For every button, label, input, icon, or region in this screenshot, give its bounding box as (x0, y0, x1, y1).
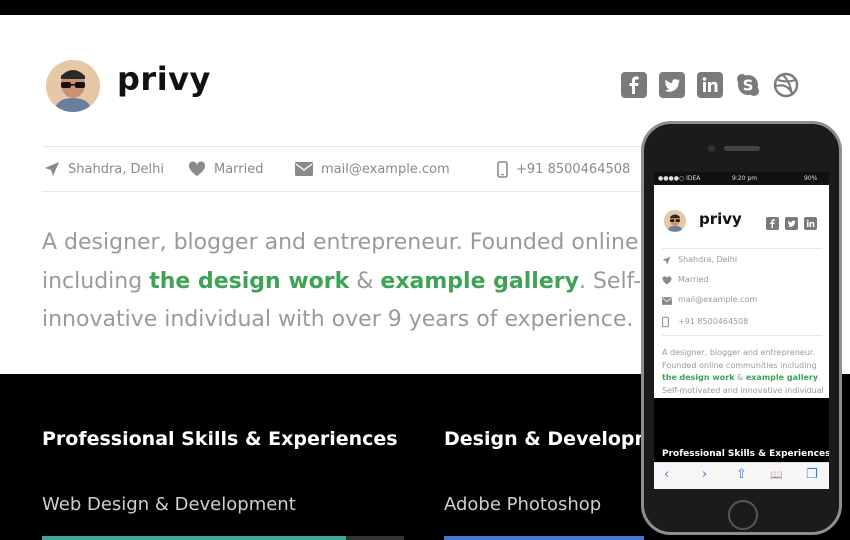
bio-text: A designer, blogger and entrepreneur. Fo… (662, 348, 817, 370)
linkedin-icon[interactable] (804, 215, 817, 230)
heart-icon (662, 276, 672, 285)
facebook-icon[interactable] (621, 72, 647, 98)
twitter-icon[interactable] (659, 72, 685, 98)
tabs-icon[interactable]: ❐ (806, 467, 818, 482)
skills-section-title: Professional Skills & Experiences (42, 428, 398, 450)
bio-line: A designer, blogger and entrepreneur. Fo… (42, 230, 693, 255)
phone-text: +91 8500464508 (516, 161, 631, 177)
divider (42, 146, 662, 147)
top-black-bar (0, 0, 850, 15)
phone-mockup: ●●●●○ IDEA 9:20 pm 90% privy Shahdra, De… (641, 121, 842, 535)
example-gallery-link[interactable]: example gallery (746, 373, 818, 382)
browser-toolbar: ‹ › ⇧ 📖 ❐ (654, 462, 829, 489)
facebook-icon[interactable] (766, 215, 779, 230)
skill-label: Adobe Photoshop (444, 494, 602, 515)
skill-progress-track (346, 536, 404, 540)
location-text: Shahdra, Delhi (68, 161, 164, 177)
carrier-text: ●●●●○ IDEA (658, 175, 701, 182)
design-work-link[interactable]: design work (680, 373, 735, 382)
divider (662, 248, 822, 249)
bio-line: including the design work & example gall… (42, 263, 726, 302)
time-text: 9:20 pm (732, 175, 758, 182)
mobile-icon (662, 316, 669, 328)
back-icon[interactable]: ‹ (664, 467, 669, 482)
twitter-icon[interactable] (785, 215, 798, 230)
bookmarks-icon[interactable]: 📖 (770, 470, 782, 481)
skill-label: Web Design & Development (42, 494, 296, 515)
phone-speaker (724, 146, 760, 151)
envelope-icon (295, 162, 313, 176)
location-arrow-icon (45, 162, 59, 176)
design-work-link[interactable]: the (662, 373, 677, 382)
divider (662, 335, 822, 336)
design-section-title: Design & Developme (444, 428, 668, 450)
bio-text: including (42, 268, 150, 294)
page: privy S Shahdra, Delhi Married mail@exam… (0, 0, 850, 540)
phone-camera (708, 145, 715, 152)
location-arrow-icon (662, 256, 671, 265)
info-status: Married (188, 160, 264, 178)
share-icon[interactable]: ⇧ (736, 467, 747, 482)
bio-line: innovative individual with over 9 years … (42, 307, 634, 332)
design-work-link[interactable]: the design work (149, 269, 349, 294)
info-email[interactable]: mail@example.com (295, 160, 450, 178)
info-location: Shahdra, Delhi (44, 160, 164, 178)
skills-section-title: Professional Skills & Experiences (662, 449, 829, 459)
envelope-icon (662, 297, 672, 305)
info-phone: +91 8500464508 (497, 160, 630, 178)
dribbble-icon[interactable] (773, 72, 799, 98)
example-gallery-link[interactable]: example gallery (380, 269, 579, 294)
mobile-icon (497, 160, 508, 178)
bio-text: & (734, 373, 746, 382)
home-button[interactable] (728, 500, 758, 530)
svg-text:S: S (743, 77, 754, 95)
battery-text: 90% (804, 175, 818, 182)
phone-text: +91 8500464508 (678, 317, 749, 326)
phone-screen: ●●●●○ IDEA 9:20 pm 90% privy Shahdra, De… (654, 172, 829, 489)
heart-icon (188, 161, 206, 176)
avatar (46, 60, 100, 112)
status-text: Married (214, 161, 264, 177)
email-text[interactable]: mail@example.com (321, 162, 450, 177)
divider (42, 191, 662, 192)
brand-name: privy (117, 60, 211, 98)
status-text: Married (678, 275, 709, 284)
bio-paragraph: A designer, blogger and entrepreneur. Fo… (42, 224, 726, 340)
phone-status-bar: ●●●●○ IDEA 9:20 pm 90% (654, 172, 829, 185)
linkedin-icon[interactable] (697, 72, 723, 98)
forward-icon[interactable]: › (702, 467, 707, 482)
email-text[interactable]: mail@example.com (678, 295, 757, 304)
skill-progress-bar (444, 536, 644, 540)
avatar (664, 210, 686, 232)
brand-name: privy (699, 210, 742, 228)
location-text: Shahdra, Delhi (678, 255, 738, 264)
skill-progress-bar (42, 536, 346, 540)
skype-icon[interactable]: S (735, 72, 761, 98)
bio-text: & (349, 268, 381, 294)
